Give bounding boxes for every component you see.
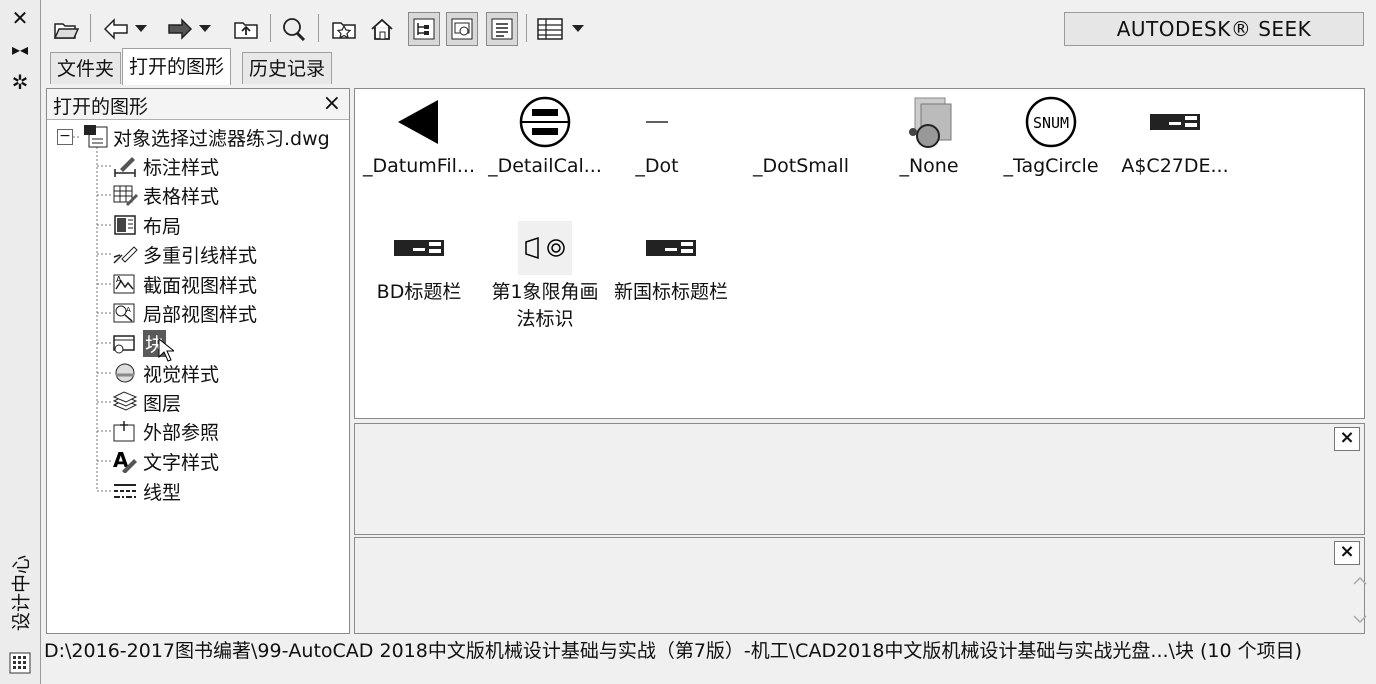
autohide-icon[interactable]: ▸◂ (8, 38, 32, 62)
tree-item-section-view-style[interactable]: A 截面视图样式 (111, 270, 257, 298)
palette-strip: ✕ ▸◂ ✲ 设计中心 (0, 0, 41, 684)
root-collapse-toggle[interactable]: − (57, 129, 73, 145)
close-icon[interactable]: ✕ (8, 6, 32, 30)
tab-folders[interactable]: 文件夹 (50, 52, 122, 84)
layout-icon (111, 212, 139, 238)
forward-dropdown-icon[interactable] (196, 12, 214, 46)
block-item[interactable]: 第1象限角画法标识 (483, 217, 607, 333)
drawing-file-icon (83, 124, 113, 150)
title-block-mini-icon (609, 217, 733, 279)
xref-icon (111, 418, 139, 444)
dot-icon (595, 91, 719, 153)
block-item[interactable]: BD标题栏 (357, 217, 481, 306)
preview-pane: × (354, 423, 1365, 535)
scroll-up-icon (1353, 576, 1367, 585)
block-item[interactable]: _DotSmall (739, 91, 863, 180)
preview-close-button[interactable]: × (1334, 427, 1360, 451)
tree-item-layer[interactable]: 图层 (111, 388, 181, 416)
block-item[interactable]: A$C27DE... (1113, 91, 1237, 180)
forward-icon[interactable] (164, 12, 196, 46)
palette-title: 设计中心 (10, 554, 33, 632)
tree-item-linetype[interactable]: 线型 (111, 477, 181, 505)
block-item[interactable]: _Dot (595, 91, 719, 180)
block-item[interactable]: 新国标标题栏 (609, 217, 733, 306)
tree-item-text-style[interactable]: A 文字样式 (111, 447, 219, 475)
preview-icon[interactable] (446, 12, 478, 46)
section-view-style-icon: A (111, 271, 139, 297)
tree-item-xref[interactable]: 外部参照 (111, 417, 219, 445)
description-scrollbar[interactable] (1348, 566, 1372, 632)
block-item[interactable]: _None (867, 91, 991, 180)
properties-icon[interactable]: ✲ (8, 70, 32, 94)
tree-item-visual-style[interactable]: 视觉样式 (111, 359, 219, 387)
search-icon[interactable] (278, 12, 310, 46)
tree-panel: 打开的图形 × − 对象选择过滤器练习.dwg 标注样式 表格样式 布局 多重引… (46, 88, 350, 634)
up-icon[interactable] (230, 12, 262, 46)
svg-text:SNUM: SNUM (1033, 114, 1069, 132)
autodesk-seek-button[interactable]: AUTODESK® SEEK (1064, 12, 1364, 46)
datum-filled-arrow-icon (357, 91, 481, 153)
palette-grip-icon[interactable] (8, 652, 32, 676)
layer-icon (111, 389, 139, 415)
description-icon[interactable] (486, 12, 518, 46)
title-block-mini-icon (1113, 91, 1237, 153)
favorites-icon[interactable] (328, 12, 360, 46)
dot-small-icon (739, 91, 863, 153)
table-style-icon (111, 182, 139, 208)
tab-open-drawings[interactable]: 打开的图形 (122, 48, 232, 85)
none-block-icon (867, 91, 991, 153)
scroll-down-icon (1353, 615, 1367, 624)
tree-item-detail-view-style[interactable]: A 局部视图样式 (111, 299, 257, 327)
tree-item-block[interactable]: 块 (111, 329, 176, 362)
tag-circle-icon: SNUM (989, 91, 1113, 153)
content-area: _DatumFil... _DetailCal... _Dot _DotSmal… (354, 88, 1365, 419)
text-style-icon: A (111, 448, 139, 474)
dimension-style-icon (111, 153, 139, 179)
description-close-button[interactable]: × (1334, 541, 1360, 565)
title-block-mini-icon (357, 217, 481, 279)
block-item[interactable]: _DatumFil... (357, 91, 481, 180)
tree-item-dimension-style[interactable]: 标注样式 (111, 152, 219, 180)
tab-history[interactable]: 历史记录 (242, 52, 333, 84)
tree-item-table-style[interactable]: 表格样式 (111, 181, 219, 209)
tree-root-label: 对象选择过滤器练习.dwg (113, 127, 330, 150)
block-icon (111, 330, 139, 356)
back-icon[interactable] (100, 12, 132, 46)
multileader-style-icon (111, 241, 139, 267)
tree-item-layout[interactable]: 布局 (111, 211, 181, 239)
detail-view-style-icon: A (111, 300, 139, 326)
tree-toggle-icon[interactable] (408, 12, 440, 46)
tree-item-multileader-style[interactable]: 多重引线样式 (111, 240, 257, 268)
svg-text:A: A (116, 275, 122, 284)
home-icon[interactable] (366, 12, 398, 46)
block-item[interactable]: _DetailCal... (483, 91, 607, 180)
description-pane: × (354, 537, 1365, 634)
views-icon[interactable] (534, 12, 566, 46)
views-dropdown-icon[interactable] (568, 12, 588, 46)
load-icon[interactable] (50, 12, 82, 46)
block-item[interactable]: SNUM _TagCircle (989, 91, 1113, 180)
tree-root-drawing[interactable]: 对象选择过滤器练习.dwg (83, 123, 330, 151)
status-path: D:\2016-2017图书编著\99-AutoCAD 2018中文版机械设计基… (44, 640, 1303, 662)
svg-text:A: A (126, 306, 131, 314)
first-angle-symbol-icon (483, 217, 607, 279)
linetype-icon (111, 478, 139, 504)
back-dropdown-icon[interactable] (132, 12, 150, 46)
detail-callout-icon (483, 91, 607, 153)
visual-style-icon (111, 360, 139, 386)
